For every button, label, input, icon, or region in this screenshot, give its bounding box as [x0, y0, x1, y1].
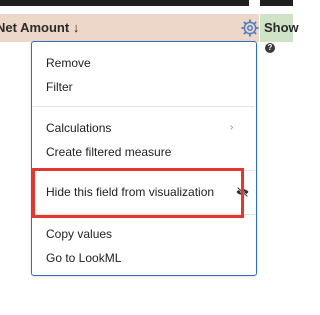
field-context-menu: Remove Filter Calculations › Create filt… [31, 41, 257, 276]
table-header-row: Net Amount ↓ Show [0, 14, 299, 42]
menu-item-copy-values[interactable]: Copy values [46, 227, 112, 241]
annotation-highlight-box [32, 168, 244, 218]
net-amount-column-header[interactable]: Net Amount ↓ [0, 14, 259, 42]
show-label: Show [264, 20, 299, 35]
menu-item-go-to-lookml[interactable]: Go to LookML [46, 251, 121, 265]
menu-item-create-filtered-measure[interactable]: Create filtered measure [46, 145, 171, 159]
top-strip-notch [249, 0, 260, 6]
menu-item-filter[interactable]: Filter [46, 80, 73, 94]
menu-divider [33, 106, 255, 107]
column-label: Net Amount ↓ [0, 20, 80, 35]
sort-descending-icon[interactable]: ↓ [73, 20, 80, 35]
menu-item-remove[interactable]: Remove [46, 56, 91, 70]
gear-icon[interactable] [241, 19, 259, 37]
show-column-header[interactable]: Show [260, 14, 299, 42]
help-icon[interactable]: ? [265, 43, 275, 53]
chevron-right-icon: › [230, 122, 234, 133]
menu-item-calculations[interactable]: Calculations [46, 121, 111, 135]
top-dark-strip [0, 0, 293, 6]
